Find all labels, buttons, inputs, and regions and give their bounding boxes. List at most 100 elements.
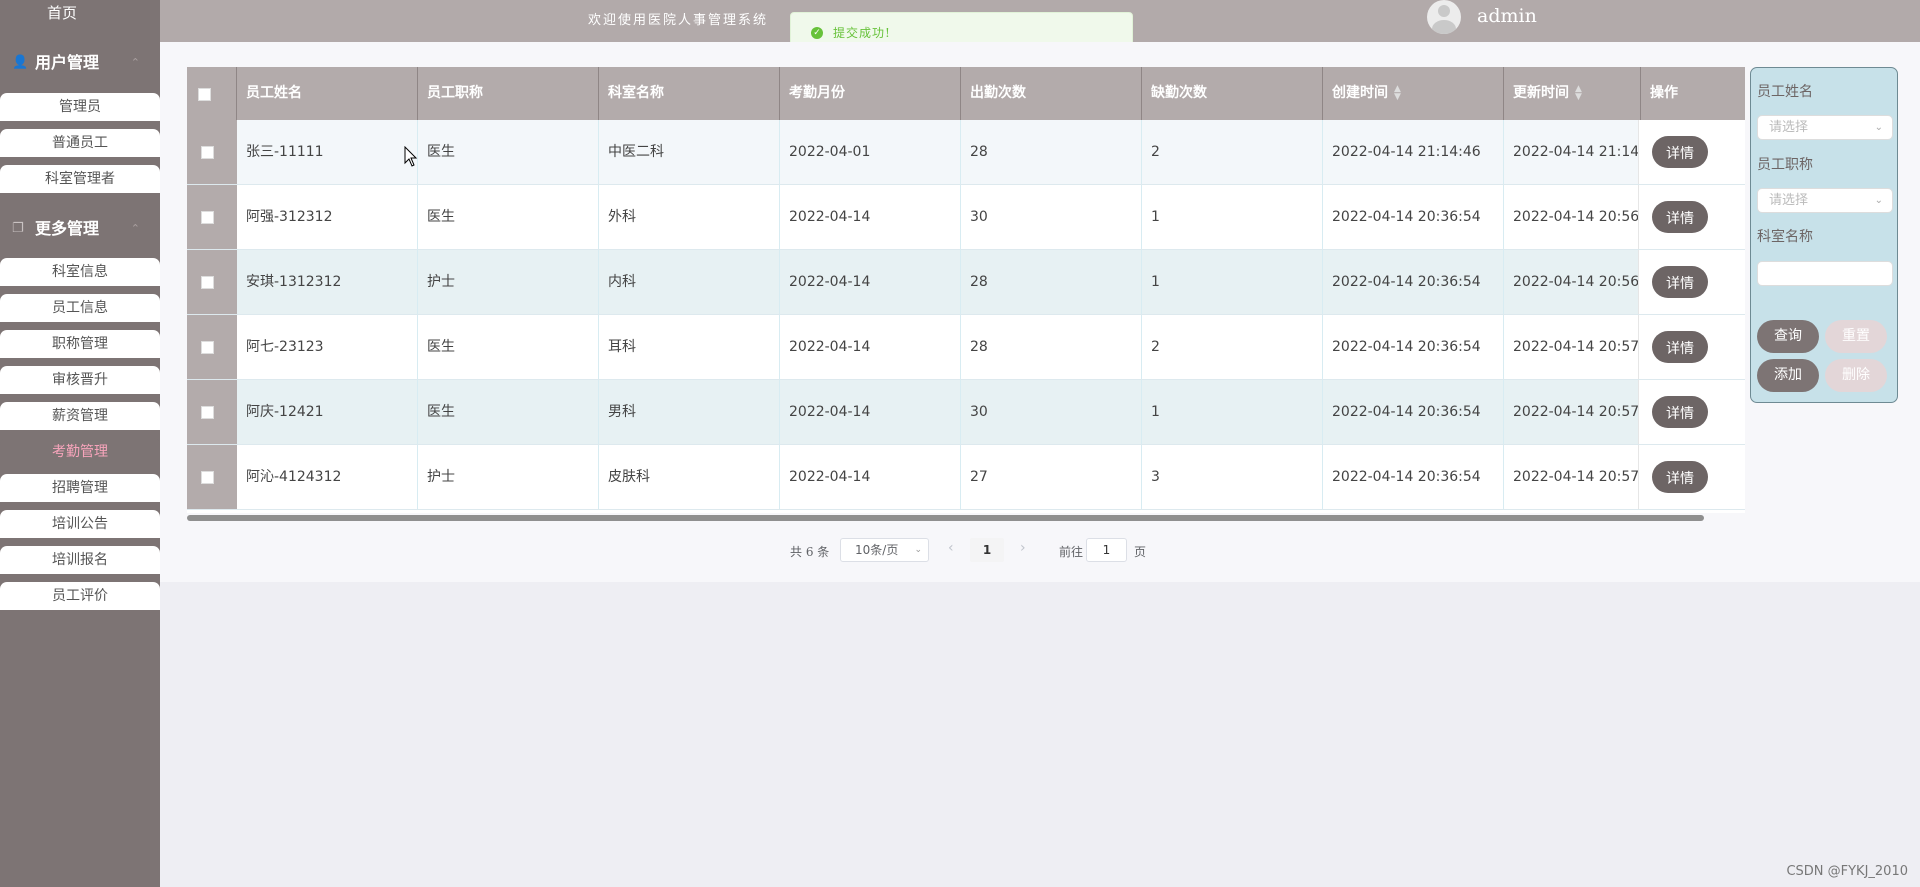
row-checkbox[interactable] [201,406,214,419]
page-number-current[interactable]: 1 [970,538,1004,562]
row-select-cell [187,380,237,444]
cell-title: 护士 [418,250,599,314]
detail-button[interactable]: 详情 [1652,201,1708,233]
username[interactable]: admin [1477,5,1537,27]
sidebar-item-attendance[interactable]: 考勤管理 [0,438,160,466]
cell-created: 2022-04-14 20:36:54 [1323,445,1504,509]
detail-button[interactable]: 详情 [1652,266,1708,298]
sidebar-item-training-signup[interactable]: 培训报名 [0,546,160,574]
detail-button[interactable]: 详情 [1652,396,1708,428]
cell-absent: 1 [1142,185,1323,249]
row-checkbox[interactable] [201,146,214,159]
page-size-select[interactable]: 10条/页 ⌄ [840,538,929,562]
sort-icon[interactable]: ▲ ▼ [1394,85,1401,102]
cell-dept: 男科 [599,380,780,444]
attendance-table: 员工姓名 员工职称 科室名称 考勤月份 出勤次数 缺勤次数 创建时间 ▲ ▼ 更新时… [187,67,1745,513]
row-checkbox[interactable] [201,471,214,484]
cell-attend: 30 [961,185,1142,249]
row-select-cell [187,250,237,314]
cell-absent: 2 [1142,120,1323,184]
goto-unit: 页 [1134,545,1147,559]
sort-icon[interactable]: ▲ ▼ [1575,85,1582,102]
row-checkbox[interactable] [201,276,214,289]
sidebar-item-admin[interactable]: 管理员 [0,93,160,121]
cell-month: 2022-04-14 [780,445,961,509]
query-button[interactable]: 查询 [1757,320,1819,353]
cell-updated: 2022-04-14 20:57:4 [1504,445,1641,509]
cell-dept: 皮肤科 [599,445,780,509]
chevron-down-icon: ⌄ [914,545,922,555]
cell-attend: 30 [961,380,1142,444]
sidebar-item-training-notice[interactable]: 培训公告 [0,510,160,538]
row-select-cell [187,315,237,379]
actions-cell: 详情 [1638,380,1745,444]
column-header-actions: 操作 [1650,85,1678,101]
actions-cell: 详情 [1638,120,1745,184]
chevron-down-icon: ⌄ [1874,122,1883,133]
sidebar-item-salary[interactable]: 薪资管理 [0,402,160,430]
sidebar-item-dept-info[interactable]: 科室信息 [0,258,160,286]
actions-cell: 详情 [1638,250,1745,314]
cell-title: 医生 [418,185,599,249]
column-header-month: 考勤月份 [780,67,961,120]
goto-page-input[interactable]: 1 [1086,538,1127,562]
detail-button[interactable]: 详情 [1652,331,1708,363]
reset-button[interactable]: 重置 [1825,320,1887,353]
employee-name-placeholder: 请选择 [1769,120,1809,135]
sidebar-item-staff[interactable]: 普通员工 [0,129,160,157]
cell-attend: 28 [961,250,1142,314]
cell-dept: 外科 [599,185,780,249]
actions-cell: 详情 [1638,315,1745,379]
toast-message: 提交成功! [833,26,891,40]
cell-dept: 耳科 [599,315,780,379]
table-horizontal-scrollbar[interactable] [187,515,1704,521]
sidebar-item-home[interactable]: 首页 [0,0,124,26]
search-panel: 员工姓名 请选择 ⌄ 员工职称 请选择 ⌄ 科室名称 查询 重置 添加 删除 [1750,67,1898,403]
row-select-cell [187,120,237,184]
detail-button[interactable]: 详情 [1652,136,1708,168]
sidebar-item-dept-manager[interactable]: 科室管理者 [0,165,160,193]
sidebar-item-promotion-review[interactable]: 审核晋升 [0,366,160,394]
delete-button[interactable]: 删除 [1825,359,1887,392]
cell-month: 2022-04-14 [780,250,961,314]
cell-name: 阿沁-4124312 [237,445,418,509]
employee-title-select[interactable]: 请选择 ⌄ [1757,188,1893,213]
cell-created: 2022-04-14 21:14:46 [1323,120,1504,184]
sidebar: 首页 👤 用户管理 ⌃ 管理员 普通员工 科室管理者 ❐ 更多管理 ⌃ 科室信息… [0,0,160,887]
actions-cell: 详情 [1638,445,1745,509]
row-checkbox[interactable] [201,211,214,224]
sidebar-group-user-management[interactable]: 👤 用户管理 ⌃ [0,45,160,81]
row-checkbox[interactable] [201,341,214,354]
dept-name-input[interactable] [1757,261,1893,286]
select-all-cell [187,67,237,120]
table-row: 阿强-312312 医生 外科 2022-04-14 30 1 2022-04-… [187,185,1745,250]
add-button[interactable]: 添加 [1757,359,1819,392]
employee-name-select[interactable]: 请选择 ⌄ [1757,115,1893,140]
sidebar-item-recruitment[interactable]: 招聘管理 [0,474,160,502]
detail-button[interactable]: 详情 [1652,461,1708,493]
cell-dept: 内科 [599,250,780,314]
chevron-up-icon: ⌃ [130,56,140,69]
next-page-button[interactable]: › [1020,540,1026,556]
cell-name: 阿庆-12421 [237,380,418,444]
goto-label: 前往 [1059,545,1084,559]
avatar[interactable] [1427,0,1461,34]
column-header-created[interactable]: 创建时间 ▲ ▼ [1323,67,1504,120]
sidebar-group-more-management[interactable]: ❐ 更多管理 ⌃ [0,211,160,247]
table-row: 阿庆-12421 医生 男科 2022-04-14 30 1 2022-04-1… [187,380,1745,445]
column-header-updated[interactable]: 更新时间 ▲ ▼ [1504,67,1641,120]
sidebar-item-employee-info[interactable]: 员工信息 [0,294,160,322]
prev-page-button[interactable]: ‹ [948,540,954,556]
cell-month: 2022-04-01 [780,120,961,184]
column-header-dept: 科室名称 [599,67,780,120]
user-icon: 👤 [12,55,29,70]
cell-created: 2022-04-14 20:36:54 [1323,185,1504,249]
cell-updated: 2022-04-14 21:14:4 [1504,120,1641,184]
sidebar-item-title-management[interactable]: 职称管理 [0,330,160,358]
chevron-down-icon: ⌄ [1874,195,1883,206]
sidebar-item-employee-review[interactable]: 员工评价 [0,582,160,610]
avatar-body [1432,20,1456,34]
select-all-checkbox[interactable] [198,88,211,101]
pagination-total: 共 6 条 [790,545,830,559]
page-size-value: 10条/页 [855,543,899,557]
